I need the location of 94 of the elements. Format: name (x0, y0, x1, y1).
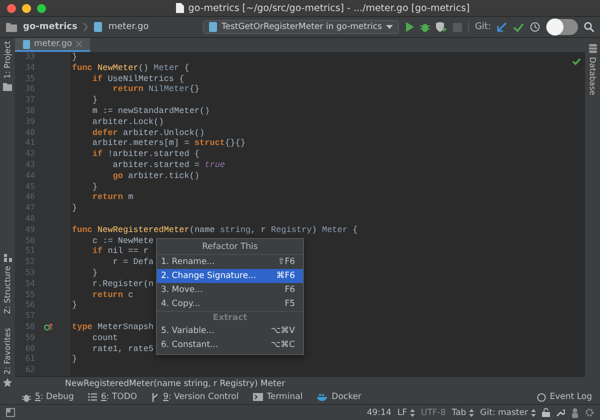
menu-item[interactable]: 3. Move... F6 (157, 283, 303, 297)
menu-item[interactable]: 5. Variable... ⌥⌘V (157, 324, 303, 338)
code-line: arbiter.meters[m] = struct{}{} (91, 138, 246, 148)
menu-item[interactable]: 2. Change Signature... ⌘F6 (157, 269, 303, 283)
structure-tool-tab[interactable]: Z: Structure (3, 266, 12, 314)
minimize-window-button[interactable] (22, 4, 31, 12)
code-line: arbiter.Lock() (91, 116, 164, 127)
git-label: Git: (474, 22, 491, 32)
test-file-icon (209, 22, 218, 32)
popup-title: Refactor This (157, 239, 303, 255)
tool-window-button[interactable]: 6: TODO (88, 392, 138, 402)
code-line: return m (91, 192, 134, 202)
code-line: if !arbiter.started { (91, 149, 200, 160)
code-line: func NewMeter() Meter { (72, 62, 190, 73)
event-log-button[interactable]: Event Log (536, 392, 592, 402)
caret-icon (386, 25, 393, 29)
project-tool-tab[interactable]: 1: Project (3, 41, 12, 79)
structure-icon (4, 254, 12, 262)
caret-position[interactable]: 49:14 (366, 408, 392, 418)
lock-icon[interactable] (542, 408, 550, 417)
menu-item[interactable]: 1. Rename... ⇧F6 (157, 255, 303, 269)
tool-window-button[interactable]: 9: Version Control (151, 392, 239, 402)
branch-icon (151, 392, 160, 402)
update-arrow-icon[interactable] (497, 22, 507, 32)
parameter-hint: NewRegisteredMeter(name string, r Registry) Meter (65, 378, 286, 388)
line-separator-selector[interactable]: LF (397, 408, 407, 418)
code-line: m := newStandardMeter() (91, 106, 210, 116)
breadcrumb[interactable]: meter.go (108, 22, 149, 32)
code-line: } (91, 182, 98, 192)
updown-icon (469, 408, 474, 416)
layout-toggle-icon[interactable] (6, 408, 15, 417)
go-file-icon (23, 40, 30, 48)
toggle-switch-icon[interactable] (546, 18, 578, 36)
menu-section-header: Extract (157, 311, 303, 324)
database-icon (588, 44, 596, 53)
settings-icon[interactable] (585, 408, 594, 417)
code-line: arbiter.started = true (112, 160, 226, 170)
code-line: } (91, 268, 98, 278)
code-line: if nil == r (91, 246, 149, 256)
menu-item[interactable]: 6. Constant... ⌥⌘C (157, 338, 303, 352)
go-file-icon (94, 22, 102, 32)
chevron-icon (83, 23, 88, 31)
editor-tab[interactable]: meter.go (15, 38, 90, 52)
database-tool-tab[interactable]: Database (588, 57, 597, 96)
tool-window-button[interactable]: 5: Debug (22, 392, 74, 402)
code-line: count (91, 332, 118, 343)
run-configuration-dropdown[interactable]: TestGetOrRegisterMeter in go-metrics (203, 20, 399, 34)
close-window-button[interactable] (7, 4, 16, 12)
code-line: } (72, 300, 78, 310)
favorites-tool-tab[interactable]: 2: Favorites (3, 328, 12, 374)
menu-item[interactable]: 4. Copy... F5 (157, 297, 303, 311)
shield-run-icon[interactable] (436, 22, 447, 32)
implemented-marker-icon[interactable] (44, 322, 53, 331)
encoding-selector[interactable]: UTF-8 (421, 408, 446, 418)
code-line: defer arbiter.Unlock() (91, 128, 205, 138)
file-icon (176, 3, 184, 13)
code-line: r.Register(n (91, 278, 154, 289)
commit-check-icon[interactable] (513, 22, 524, 32)
code-line: r = Defa (112, 257, 154, 268)
whale-icon (316, 393, 328, 401)
check-icon (572, 58, 581, 65)
run-icon[interactable] (404, 22, 414, 32)
folder-icon (6, 22, 17, 32)
bug-icon (22, 392, 31, 402)
search-icon[interactable] (584, 22, 594, 32)
list-icon (88, 393, 97, 401)
tool-window-button[interactable]: Docker (316, 392, 362, 402)
wrench-icon[interactable] (556, 408, 565, 417)
window-title: go-metrics [~/go/src/go-metrics] - .../meter.go [go-metrics] (188, 2, 470, 14)
code-line: func NewRegisteredMeter(name string, r Registry) Meter { (72, 224, 358, 235)
bug-icon[interactable] (420, 22, 430, 32)
code-line: } (72, 203, 78, 214)
tool-window-button[interactable]: Terminal (252, 392, 303, 402)
code-line: go arbiter.tick() (112, 170, 200, 181)
code-line: rate1, rate5 (91, 344, 154, 354)
zoom-window-button[interactable] (37, 4, 46, 12)
code-line: } (72, 52, 78, 62)
git-branch-selector[interactable]: Git: master (480, 408, 528, 418)
terminal-icon (252, 393, 263, 401)
indent-selector[interactable]: Tab (452, 408, 466, 418)
folder-icon (3, 82, 12, 91)
inspector-person-icon[interactable] (571, 408, 579, 418)
code-line: } (72, 354, 78, 364)
code-line: return NilMeter{} (112, 84, 200, 94)
code-line: } (91, 95, 98, 106)
code-line: return c (91, 290, 134, 300)
code-line: if UseNilMetrics { (91, 74, 184, 84)
breadcrumb[interactable]: go-metrics (23, 22, 78, 32)
code-line: c := NewMete (91, 236, 154, 246)
updown-icon (410, 408, 415, 416)
code-line: type MeterSnapsh (72, 322, 154, 332)
history-clock-icon[interactable] (530, 22, 540, 32)
updown-icon (531, 408, 536, 416)
star-icon (3, 378, 12, 387)
